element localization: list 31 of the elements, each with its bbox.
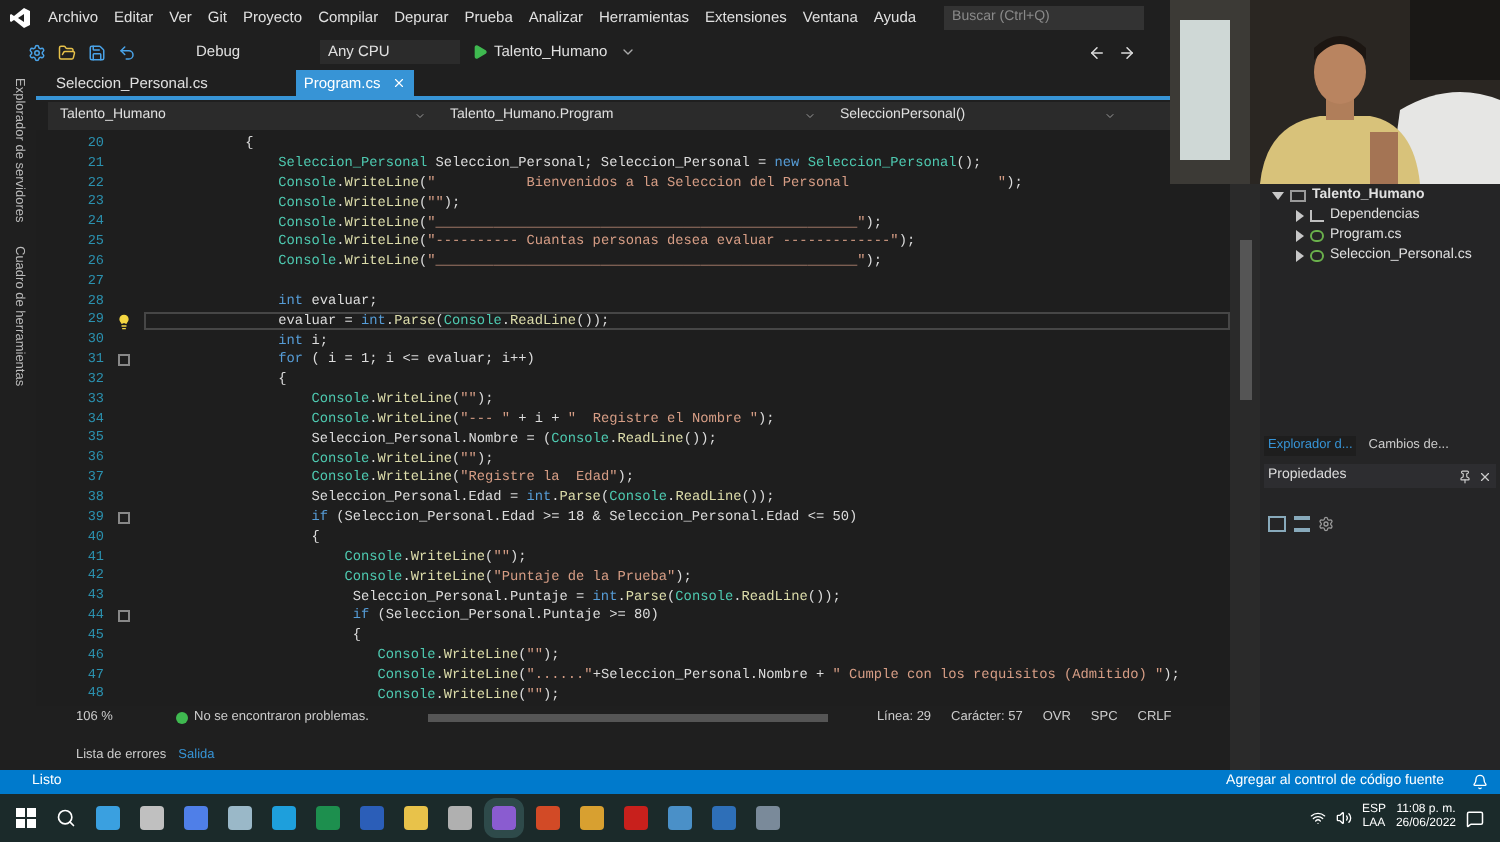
horizontal-scrollbar[interactable] xyxy=(428,713,829,721)
expander-icon[interactable] xyxy=(1296,230,1304,242)
app-logo-icon xyxy=(8,5,32,29)
caret-icon xyxy=(1104,110,1116,122)
caret-icon xyxy=(804,110,816,122)
collapse-icon[interactable] xyxy=(118,610,130,623)
collapse-icon[interactable] xyxy=(118,354,130,367)
expander-icon[interactable] xyxy=(1272,192,1284,200)
caret-icon xyxy=(414,110,426,122)
settings-icon[interactable] xyxy=(28,43,46,61)
volume-icon[interactable] xyxy=(1335,810,1352,826)
expander-icon[interactable] xyxy=(1296,210,1304,222)
network-icon[interactable] xyxy=(1309,810,1326,826)
expander-icon[interactable] xyxy=(1296,250,1304,262)
notification-icon[interactable] xyxy=(1472,774,1488,790)
vertical-scrollbar[interactable] xyxy=(1239,240,1251,400)
collapse-icon[interactable] xyxy=(118,511,130,524)
search-icon[interactable] xyxy=(56,808,76,828)
play-icon xyxy=(472,44,488,60)
forward-arrow-icon[interactable] xyxy=(1117,43,1136,61)
save-icon[interactable] xyxy=(88,43,106,61)
folder-icon[interactable] xyxy=(58,43,76,61)
project-icon xyxy=(1290,190,1306,202)
start-icon[interactable] xyxy=(16,808,36,828)
lightbulb-icon[interactable] xyxy=(116,313,132,330)
close-icon[interactable] xyxy=(1478,469,1492,483)
undo-icon[interactable] xyxy=(118,43,136,61)
caret-icon[interactable] xyxy=(619,44,636,60)
notification-center-icon[interactable] xyxy=(1466,809,1484,827)
pin-icon[interactable] xyxy=(1458,469,1472,483)
back-arrow-icon[interactable] xyxy=(1087,43,1106,61)
